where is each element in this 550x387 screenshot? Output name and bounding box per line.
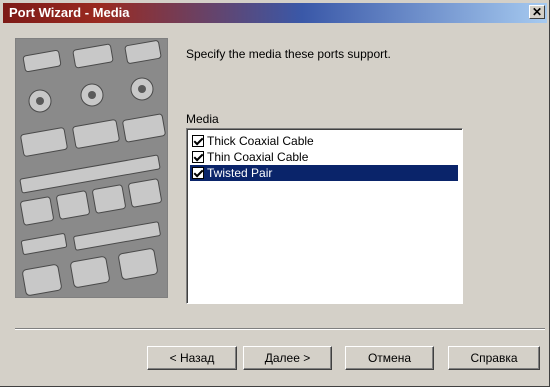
separator: [15, 328, 545, 330]
ports-graphic: [16, 39, 167, 297]
wizard-ports-illustration: [15, 38, 168, 298]
checkbox-thin-coax[interactable]: [192, 151, 204, 163]
media-item-thin-coax[interactable]: Thin Coaxial Cable: [190, 149, 458, 165]
port-wizard-dialog: Port Wizard - Media ✕ Specify the media …: [0, 0, 550, 387]
close-button[interactable]: ✕: [529, 5, 545, 19]
media-item-thick-coax[interactable]: Thick Coaxial Cable: [190, 133, 458, 149]
media-item-twisted-pair[interactable]: Twisted Pair: [190, 165, 458, 181]
checkbox-twisted-pair[interactable]: [192, 167, 204, 179]
instruction-text: Specify the media these ports support.: [186, 47, 391, 61]
media-listbox[interactable]: Thick Coaxial Cable Thin Coaxial Cable T…: [186, 128, 463, 304]
title-bar[interactable]: Port Wizard - Media ✕: [3, 3, 547, 23]
media-item-label: Twisted Pair: [207, 166, 273, 180]
help-button[interactable]: Справка: [448, 346, 540, 370]
back-button[interactable]: < Назад: [147, 346, 237, 370]
media-label: Media: [186, 112, 219, 126]
window-title: Port Wizard - Media: [9, 5, 130, 20]
next-button[interactable]: Далее >: [243, 346, 332, 370]
media-item-label: Thin Coaxial Cable: [207, 150, 309, 164]
close-icon: ✕: [531, 5, 543, 19]
checkbox-thick-coax[interactable]: [192, 135, 204, 147]
media-item-label: Thick Coaxial Cable: [207, 134, 314, 148]
cancel-button[interactable]: Отмена: [345, 346, 434, 370]
